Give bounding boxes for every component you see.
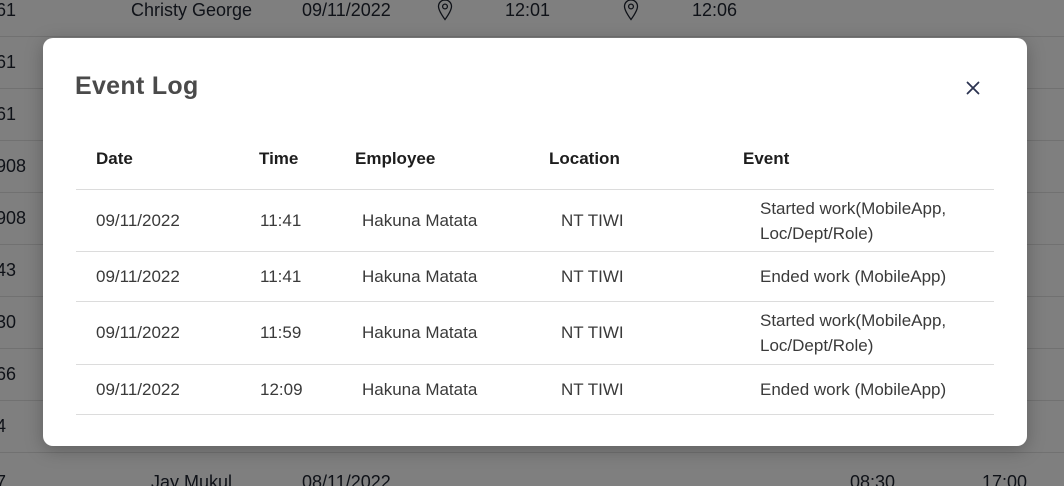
cell-event: Started work(MobileApp, Loc/Dept/Role) bbox=[760, 311, 947, 355]
cell-event: Ended work (MobileApp) bbox=[760, 380, 947, 399]
table-header: Date Time Employee Location Event bbox=[76, 138, 994, 190]
cell-date: 09/11/2022 bbox=[96, 210, 180, 230]
cell-date: 09/11/2022 bbox=[96, 266, 180, 286]
cell-time: 12:09 bbox=[260, 379, 303, 399]
cell-employee: Hakuna Matata bbox=[362, 266, 478, 286]
cell-employee: Hakuna Matata bbox=[362, 379, 478, 399]
event-log-modal: Event Log Date Time Employee Location Ev… bbox=[43, 38, 1027, 446]
table-row: 09/11/2022 11:41 Hakuna Matata NT TIWI E… bbox=[76, 252, 994, 302]
cell-event: Ended work (MobileApp) bbox=[760, 267, 947, 286]
cell-time: 11:41 bbox=[260, 210, 302, 230]
cell-location: NT TIWI bbox=[561, 266, 624, 286]
table-row: 09/11/2022 12:09 Hakuna Matata NT TIWI E… bbox=[76, 365, 994, 415]
column-header-date: Date bbox=[96, 149, 133, 168]
cell-date: 09/11/2022 bbox=[96, 323, 180, 342]
cell-employee: Hakuna Matata bbox=[362, 323, 478, 342]
cell-employee: Hakuna Matata bbox=[362, 210, 478, 230]
cell-location: NT TIWI bbox=[561, 379, 624, 399]
close-button[interactable] bbox=[961, 76, 985, 100]
table-row: 09/11/2022 11:59 Hakuna Matata NT TIWI S… bbox=[76, 302, 994, 365]
column-header-time: Time bbox=[259, 149, 299, 168]
event-log-table: Date Time Employee Location Event 09/11/… bbox=[76, 138, 994, 415]
cell-event: Started work(MobileApp, Loc/Dept/Role) bbox=[760, 198, 947, 243]
column-header-employee: Employee bbox=[355, 149, 436, 168]
column-header-event: Event bbox=[743, 149, 790, 168]
close-icon bbox=[966, 81, 980, 95]
cell-time: 11:41 bbox=[260, 266, 302, 286]
modal-title: Event Log bbox=[75, 72, 199, 100]
table-row: 09/11/2022 11:41 Hakuna Matata NT TIWI S… bbox=[76, 190, 994, 252]
cell-location: NT TIWI bbox=[561, 323, 624, 342]
cell-location: NT TIWI bbox=[561, 210, 624, 230]
cell-time: 11:59 bbox=[260, 323, 302, 342]
cell-date: 09/11/2022 bbox=[96, 379, 180, 399]
column-header-location: Location bbox=[549, 149, 620, 168]
